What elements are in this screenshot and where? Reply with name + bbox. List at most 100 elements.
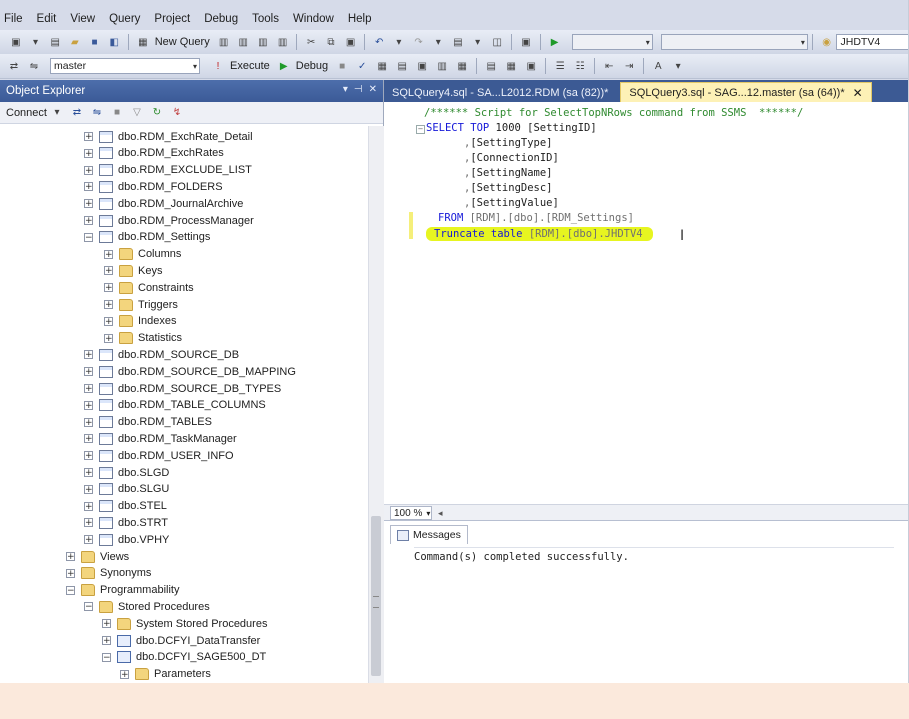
tree-node[interactable]: + dbo.RDM_EXCLUDE_LIST bbox=[84, 162, 252, 179]
mdx-query-icon[interactable]: ▥ bbox=[255, 34, 271, 50]
dropdown-arrow-icon[interactable]: ▾ bbox=[28, 34, 44, 50]
platform-combo[interactable]: ▾ bbox=[660, 34, 808, 50]
copy-icon[interactable]: ⧉ bbox=[323, 34, 339, 50]
query-designer-icon[interactable]: ▤ bbox=[394, 58, 410, 74]
menu-tools[interactable]: Tools bbox=[245, 13, 286, 25]
debug-button[interactable]: Debug bbox=[296, 60, 328, 72]
activity-monitor-icon[interactable]: ↯ bbox=[169, 105, 185, 121]
expand-icon[interactable]: + bbox=[102, 636, 111, 646]
solution-config-combo[interactable]: ▾ bbox=[572, 34, 653, 50]
stop-icon[interactable]: ■ bbox=[109, 105, 125, 121]
toolbar-options-icon[interactable]: ▾ bbox=[670, 58, 686, 74]
find-combo[interactable]: JHDTV4 bbox=[836, 34, 908, 50]
expand-icon[interactable]: + bbox=[84, 417, 93, 427]
collapse-icon[interactable]: − bbox=[84, 602, 93, 612]
tree-node[interactable]: + System Stored Procedures bbox=[102, 615, 267, 632]
tab-sqlquery3[interactable]: SQLQuery3.sql - SAG...12.master (sa (64)… bbox=[620, 82, 872, 102]
undo-dropdown-icon[interactable]: ▾ bbox=[391, 34, 407, 50]
collapse-icon[interactable]: − bbox=[66, 585, 75, 595]
collapse-icon[interactable]: − bbox=[416, 125, 425, 134]
tree-node[interactable]: + dbo.RDM_SOURCE_DB bbox=[84, 346, 239, 363]
menu-debug[interactable]: Debug bbox=[197, 13, 245, 25]
expand-icon[interactable]: + bbox=[84, 148, 93, 158]
collapse-icon[interactable]: − bbox=[84, 232, 93, 242]
tree-node[interactable]: + dbo.RDM_SOURCE_DB_TYPES bbox=[84, 380, 281, 397]
expand-icon[interactable]: + bbox=[104, 333, 113, 343]
tree-node[interactable]: + dbo.RDM_TABLES bbox=[84, 414, 212, 431]
expand-icon[interactable]: + bbox=[120, 669, 129, 679]
expand-icon[interactable]: + bbox=[66, 552, 75, 562]
tree-node[interactable]: + Statistics bbox=[104, 330, 182, 347]
navigate-dropdown-icon[interactable]: ▾ bbox=[470, 34, 486, 50]
execute-button[interactable]: Execute bbox=[230, 60, 270, 72]
expand-icon[interactable]: + bbox=[84, 400, 93, 410]
database-combo[interactable]: master ▾ bbox=[50, 58, 200, 74]
expand-icon[interactable]: + bbox=[104, 266, 113, 276]
expand-icon[interactable]: + bbox=[84, 518, 93, 528]
connect-button[interactable]: Connect bbox=[6, 107, 47, 119]
expand-icon[interactable]: + bbox=[84, 468, 93, 478]
tree-node[interactable]: + dbo.RDM_SOURCE_DB_MAPPING bbox=[84, 363, 296, 380]
expand-icon[interactable]: + bbox=[84, 199, 93, 209]
tree-node[interactable]: + dbo.RDM_JournalArchive bbox=[84, 195, 243, 212]
tree-node[interactable]: + dbo.RDM_ProcessManager bbox=[84, 212, 254, 229]
tree-node[interactable]: + Parameters bbox=[120, 666, 211, 683]
decrease-indent-icon[interactable]: ⇤ bbox=[601, 58, 617, 74]
menu-file[interactable]: File bbox=[0, 13, 30, 25]
expand-icon[interactable]: + bbox=[104, 249, 113, 259]
expand-icon[interactable]: + bbox=[84, 434, 93, 444]
refresh-icon[interactable]: ↻ bbox=[149, 105, 165, 121]
dmx-query-icon[interactable]: ▥ bbox=[275, 34, 291, 50]
tree-node[interactable]: + dbo.STRT bbox=[84, 514, 168, 531]
tree-node[interactable]: − dbo.RDM_Settings bbox=[84, 229, 210, 246]
connect-dropdown-icon[interactable]: ▾ bbox=[49, 105, 65, 121]
close-tab-icon[interactable]: ✕ bbox=[853, 86, 863, 100]
disconnect-icon[interactable]: ⇋ bbox=[89, 105, 105, 121]
menu-help[interactable]: Help bbox=[341, 13, 379, 25]
tree-node[interactable]: + dbo.RDM_TABLE_COLUMNS bbox=[84, 397, 266, 414]
tree-node[interactable]: + dbo.RDM_ExchRates bbox=[84, 145, 224, 162]
debug-target-icon[interactable]: ▣ bbox=[518, 34, 534, 50]
expand-icon[interactable]: + bbox=[84, 132, 93, 142]
expand-icon[interactable]: + bbox=[84, 451, 93, 461]
tree-node[interactable]: + Indexes bbox=[104, 313, 177, 330]
undo-icon[interactable]: ↶ bbox=[371, 34, 387, 50]
zoom-combo[interactable]: 100 % ▾ bbox=[390, 506, 432, 520]
intellisense-icon[interactable]: ▣ bbox=[414, 58, 430, 74]
expand-icon[interactable]: + bbox=[84, 501, 93, 511]
connect-server-icon[interactable]: ⇄ bbox=[69, 105, 85, 121]
tree-node[interactable]: + Synonyms bbox=[66, 565, 151, 582]
tree-node[interactable]: + dbo.VPHY bbox=[84, 531, 169, 548]
cut-icon[interactable]: ✂ bbox=[303, 34, 319, 50]
change-connection-icon[interactable]: ⇋ bbox=[26, 58, 42, 74]
window-icon[interactable]: ◫ bbox=[489, 34, 505, 50]
increase-indent-icon[interactable]: ⇥ bbox=[621, 58, 637, 74]
cancel-query-icon[interactable]: ■ bbox=[334, 58, 350, 74]
expand-icon[interactable]: + bbox=[104, 283, 113, 293]
menu-edit[interactable]: Edit bbox=[30, 13, 64, 25]
object-explorer-scrollbar[interactable] bbox=[368, 126, 384, 683]
client-stats-icon[interactable]: ▦ bbox=[454, 58, 470, 74]
open-file-icon[interactable]: ▰ bbox=[67, 34, 83, 50]
expand-icon[interactable]: + bbox=[84, 367, 93, 377]
tree-node[interactable]: + dbo.DCFYI_DataTransfer bbox=[102, 632, 260, 649]
pin-icon[interactable]: ⊣ bbox=[354, 84, 363, 95]
debug-icon[interactable]: ▶ bbox=[276, 58, 292, 74]
expand-icon[interactable]: + bbox=[104, 300, 113, 310]
find-icon[interactable]: ◉ bbox=[819, 34, 835, 50]
analysis-query-icon[interactable]: ▥ bbox=[235, 34, 251, 50]
start-icon[interactable]: ▶ bbox=[547, 34, 563, 50]
parse-icon[interactable]: ✓ bbox=[354, 58, 370, 74]
collapse-icon[interactable]: − bbox=[102, 652, 111, 662]
comment-icon[interactable]: ☰ bbox=[552, 58, 568, 74]
new-query-button[interactable]: New Query bbox=[155, 36, 210, 48]
db-engine-query-icon[interactable]: ▥ bbox=[216, 34, 232, 50]
expand-icon[interactable]: + bbox=[84, 350, 93, 360]
expand-icon[interactable]: + bbox=[104, 316, 113, 326]
tree-node[interactable]: + Constraints bbox=[104, 279, 194, 296]
save-all-icon[interactable]: ◧ bbox=[106, 34, 122, 50]
tree-node[interactable]: + dbo.RDM_ExchRate_Detail bbox=[84, 128, 253, 145]
tree-node[interactable]: + dbo.SLGU bbox=[84, 481, 169, 498]
query-editor[interactable]: − /****** Script for SelectTopNRows comm… bbox=[384, 102, 908, 504]
tree-node[interactable]: + Triggers bbox=[104, 296, 178, 313]
